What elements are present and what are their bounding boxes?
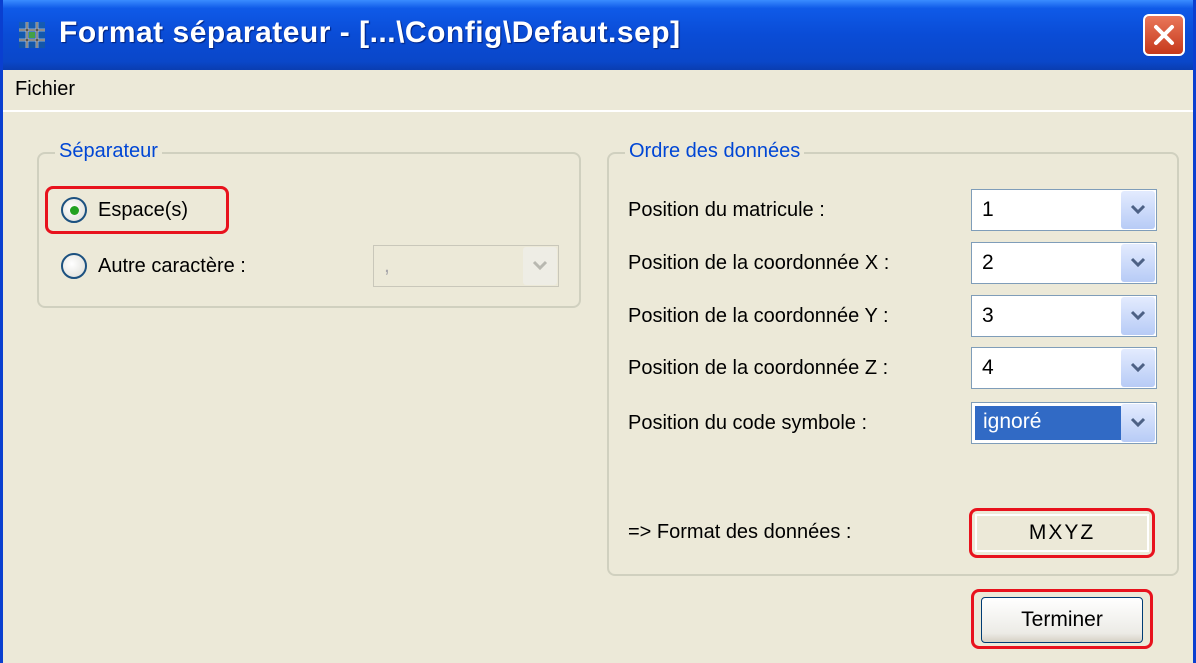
field-label-matricule: Position du matricule : — [628, 199, 825, 221]
y-position-value: 3 — [982, 304, 994, 327]
highlight-finish-button — [971, 589, 1153, 649]
chevron-down-icon — [1130, 417, 1146, 428]
separator-group-title: Séparateur — [55, 140, 162, 163]
matricule-position-dropdown[interactable]: 1 — [971, 189, 1157, 231]
dropdown-arrow[interactable] — [1121, 297, 1155, 335]
chevron-down-icon — [1130, 362, 1146, 373]
field-label-z: Position de la coordonnée Z : — [628, 357, 889, 379]
radio-other-char-label[interactable]: Autre caractère : — [98, 255, 246, 278]
field-label-x: Position de la coordonnée X : — [628, 252, 890, 274]
symbol-code-position-value: ignoré — [975, 406, 1121, 440]
menu-item-fichier[interactable]: Fichier — [15, 78, 75, 101]
field-label-y: Position de la coordonnée Y : — [628, 305, 889, 327]
data-format-label: => Format des données : — [628, 521, 852, 543]
chevron-down-icon — [1130, 257, 1146, 268]
chevron-down-icon — [532, 260, 548, 271]
radio-other-char[interactable] — [61, 253, 87, 279]
title-bar[interactable]: Format séparateur - [...\Config\Defaut.s… — [3, 0, 1193, 70]
dropdown-arrow — [523, 247, 557, 285]
dropdown-arrow[interactable] — [1121, 404, 1155, 442]
symbol-code-position-dropdown[interactable]: ignoré — [971, 402, 1157, 444]
dropdown-arrow[interactable] — [1121, 244, 1155, 282]
matricule-position-value: 1 — [982, 198, 994, 221]
menu-bar: Fichier — [3, 70, 1193, 112]
y-position-dropdown[interactable]: 3 — [971, 295, 1157, 337]
dropdown-arrow[interactable] — [1121, 349, 1155, 387]
window-title: Format séparateur - [...\Config\Defaut.s… — [59, 16, 681, 49]
close-icon — [1154, 25, 1174, 45]
x-position-dropdown[interactable]: 2 — [971, 242, 1157, 284]
x-position-value: 2 — [982, 251, 994, 274]
chevron-down-icon — [1130, 204, 1146, 215]
chevron-down-icon — [1130, 310, 1146, 321]
grid-hash-icon — [19, 22, 45, 48]
z-position-dropdown[interactable]: 4 — [971, 347, 1157, 389]
other-char-dropdown: , — [373, 245, 559, 287]
z-position-value: 4 — [982, 356, 994, 379]
data-order-group-title: Ordre des données — [625, 140, 805, 163]
highlight-format-value — [969, 508, 1155, 558]
highlight-spaces-option — [45, 186, 229, 234]
dropdown-arrow[interactable] — [1121, 191, 1155, 229]
field-label-symbol-code: Position du code symbole : — [628, 412, 868, 434]
format-separator-window: Format séparateur - [...\Config\Defaut.s… — [0, 0, 1196, 663]
close-button[interactable] — [1143, 14, 1185, 56]
other-char-value: , — [384, 254, 390, 277]
